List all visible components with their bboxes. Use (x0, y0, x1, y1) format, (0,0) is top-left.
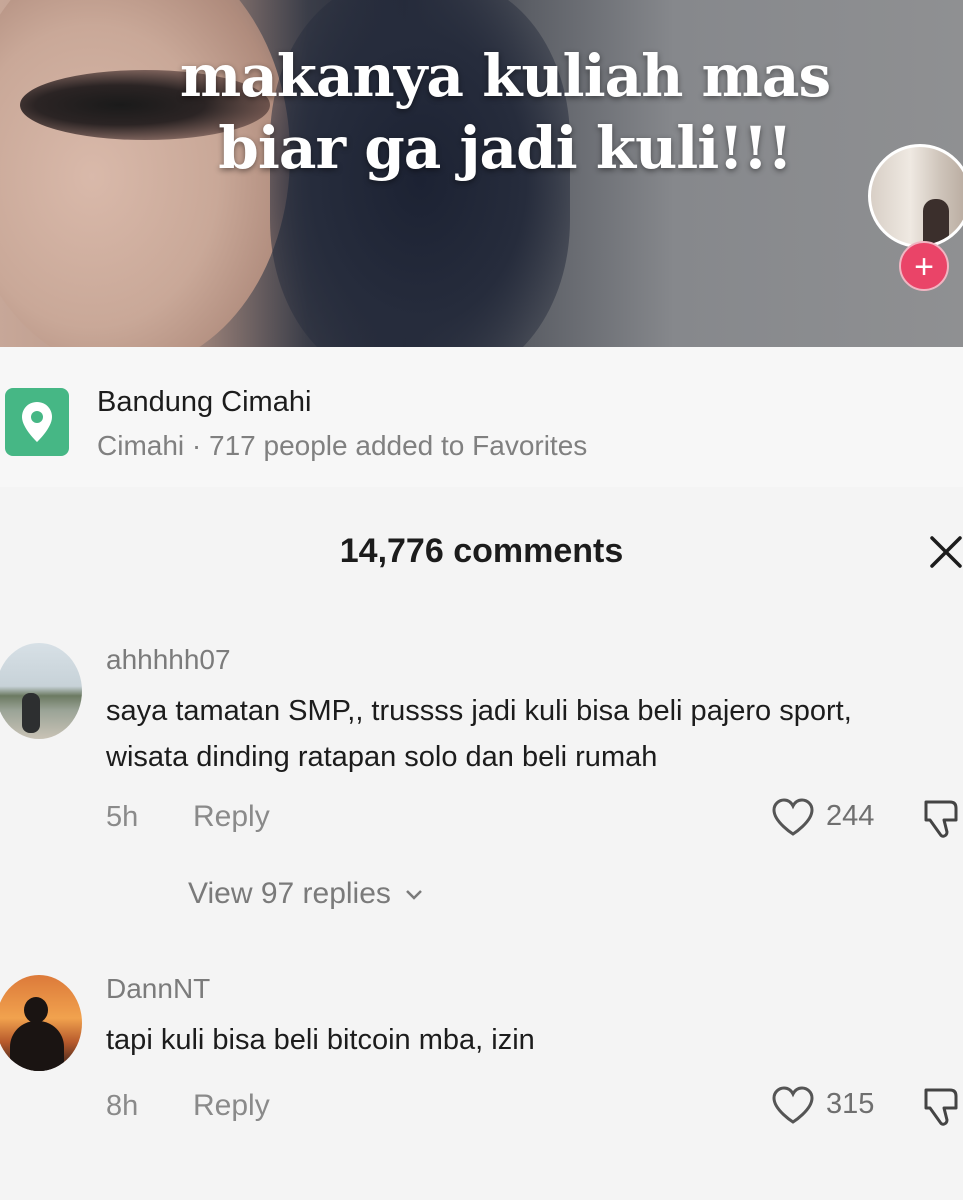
view-replies-button[interactable]: View 97 replies (188, 877, 423, 911)
comments-count: 14,776 comments (339, 532, 624, 570)
video-caption-line-1: makanya kuliah mas (179, 42, 831, 110)
video-caption: makanya kuliah mas biar ga jadi kuli!!! (90, 40, 920, 184)
comment-time: 5h (106, 801, 139, 833)
comment-text-line: tapi kuli bisa beli bitcoin mba, izin (106, 1024, 535, 1056)
close-icon[interactable] (926, 532, 963, 572)
reply-button[interactable]: Reply (193, 800, 270, 834)
reply-button[interactable]: Reply (193, 1089, 270, 1123)
like-count: 315 (826, 1088, 875, 1120)
comment-text-line: wisata dinding ratapan solo dan beli rum… (106, 741, 658, 773)
heart-icon[interactable] (770, 797, 816, 837)
comment-avatar[interactable] (0, 975, 82, 1071)
like-count: 244 (826, 800, 875, 832)
creator-avatar[interactable] (868, 144, 963, 248)
location-title[interactable]: Bandung Cimahi (97, 386, 311, 419)
comment-time: 8h (106, 1090, 139, 1122)
comment-text-line: saya tamatan SMP,, trussss jadi kuli bis… (106, 695, 852, 727)
comment-avatar[interactable] (0, 643, 82, 739)
dislike-icon[interactable] (920, 796, 963, 842)
video-caption-line-2: biar ga jadi kuli!!! (218, 114, 792, 182)
view-replies-label: View 97 replies (188, 877, 391, 910)
follow-button[interactable]: + (899, 241, 949, 291)
comment-username[interactable]: ahhhhh07 (106, 644, 231, 676)
heart-icon[interactable] (770, 1085, 816, 1125)
location-subtitle: Cimahi · 717 people added to Favorites (97, 430, 588, 461)
chevron-down-icon (406, 890, 423, 900)
avatar-figure-body (10, 1021, 64, 1071)
location-pin-icon (5, 388, 69, 456)
avatar-figure (22, 693, 40, 733)
dislike-icon[interactable] (920, 1084, 963, 1130)
video-player[interactable]: makanya kuliah mas biar ga jadi kuli!!! … (0, 0, 963, 347)
comment-username[interactable]: DannNT (106, 973, 210, 1005)
avatar-figure-head (24, 997, 48, 1023)
